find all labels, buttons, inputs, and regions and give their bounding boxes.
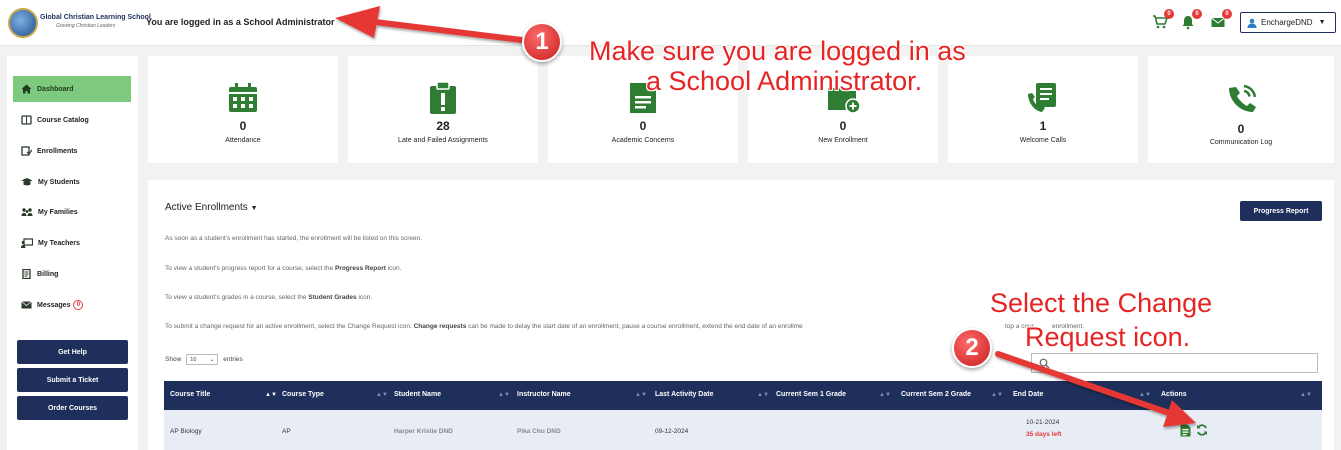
step-2-text-line-2: Request icon.	[1025, 322, 1191, 352]
step-2-text-line-1: Select the Change	[990, 288, 1213, 318]
step-1-text-line-2: a School Administrator.	[646, 66, 923, 96]
step-1-marker: 1	[522, 22, 562, 62]
arrow-to-change-request-icon	[995, 351, 1196, 427]
arrow-to-login-message	[335, 6, 525, 43]
step-2-marker: 2	[952, 328, 992, 368]
step-1-text-line-1: Make sure you are logged in as	[589, 36, 966, 66]
